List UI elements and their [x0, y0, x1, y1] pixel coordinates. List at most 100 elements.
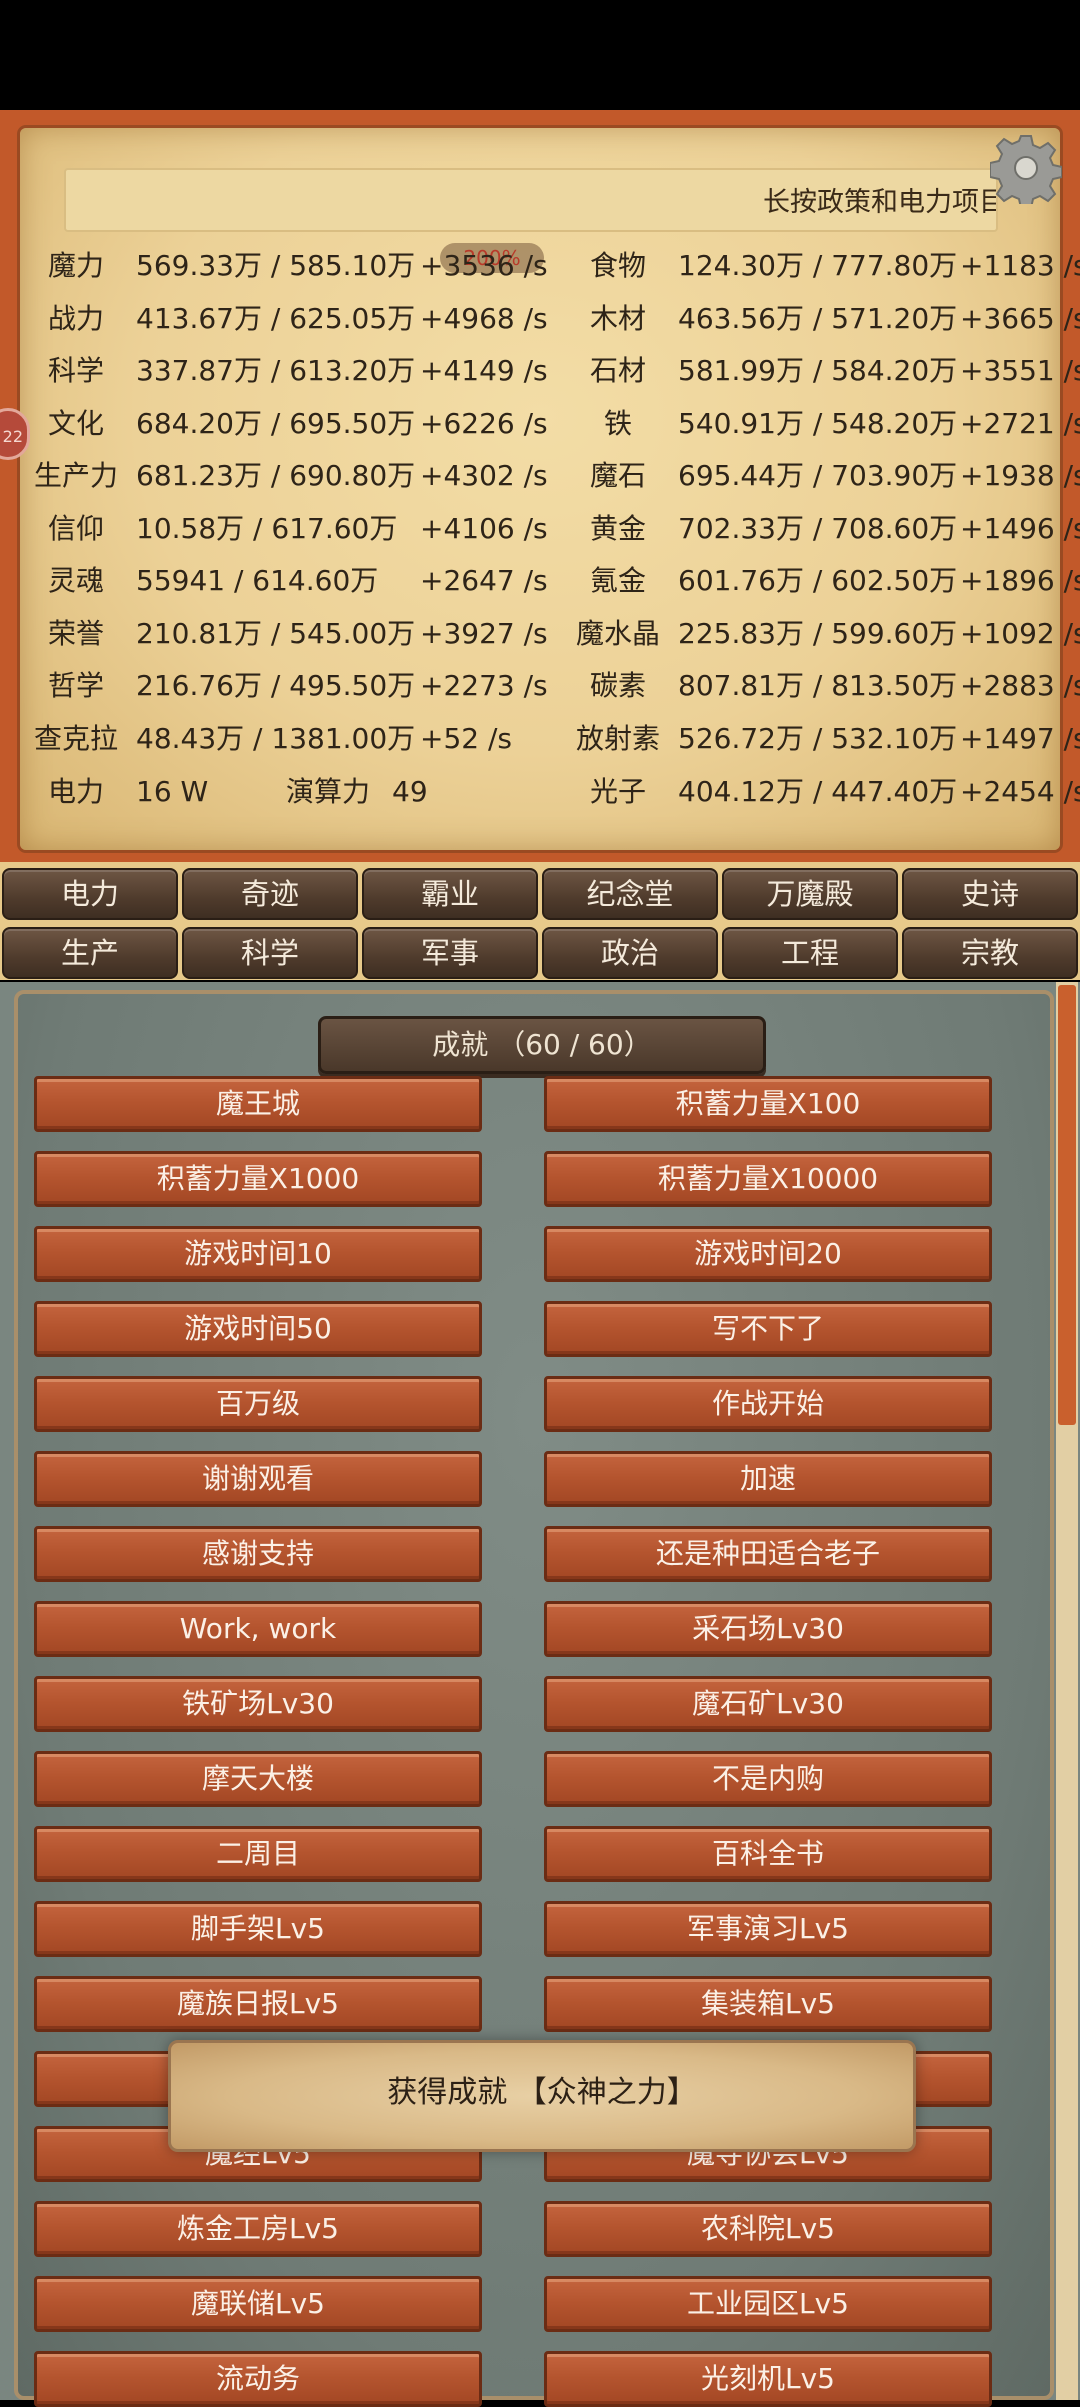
achievement-item[interactable]: 脚手架Lv5	[34, 1901, 482, 1957]
achievement-item[interactable]: 铁矿场Lv30	[34, 1676, 482, 1732]
resource-row: 魔力 569.33万 / 585.10万 +3536 /s 食物 124.30万 / 7…	[0, 240, 1080, 292]
tab-tabs-row1-1[interactable]: 奇迹	[182, 868, 358, 920]
resource-row: 文化 684.20万 / 695.50万 +6226 /s 铁 540.91万 / 54…	[0, 398, 1080, 450]
achievement-item[interactable]: 魔王城	[34, 1076, 482, 1132]
achievement-item[interactable]: 积蓄力量X1000	[34, 1151, 482, 1207]
achievement-item[interactable]: 游戏时间20	[544, 1226, 992, 1282]
resource-name: 哲学	[47, 669, 104, 702]
resource-name: 碳素	[589, 669, 646, 702]
resource-name: 食物	[589, 249, 646, 282]
resource-rate: +3536 /s	[420, 249, 548, 282]
tab-tabs-row2-3[interactable]: 政治	[542, 927, 718, 979]
resource-value: 413.67万 / 625.05万	[136, 302, 416, 335]
achievement-item[interactable]: Work, work	[34, 1601, 482, 1657]
resource-row-power: 电力 16 W 演算力 49 光子 404.12万 / 447.40万 +245…	[0, 766, 1080, 818]
resource-value: 10.58万 / 617.60万	[136, 512, 398, 545]
resource-name: 木材	[589, 302, 646, 335]
achievement-item[interactable]: 摩天大楼	[34, 1751, 482, 1807]
achievement-item[interactable]: 魔石矿Lv30	[544, 1676, 992, 1732]
notice-text: 长按政策和电力项目	[763, 187, 998, 218]
calc-label: 演算力	[286, 775, 371, 808]
resource-name: 生产力	[33, 459, 118, 492]
resource-rate: +2883 /s	[960, 669, 1080, 702]
achievement-item[interactable]: 游戏时间50	[34, 1301, 482, 1357]
tab-tabs-row2-2[interactable]: 军事	[362, 927, 538, 979]
resource-row: 生产力 681.23万 / 690.80万 +4302 /s 魔石 695.44万 / …	[0, 450, 1080, 502]
achievement-item[interactable]: 积蓄力量X100	[544, 1076, 992, 1132]
resource-name: 魔力	[47, 249, 104, 282]
tab-tabs-row2-4[interactable]: 工程	[722, 927, 898, 979]
tab-tabs-row2-0[interactable]: 生产	[2, 927, 178, 979]
tab-tabs-row1-4[interactable]: 万魔殿	[722, 868, 898, 920]
resource-value: 569.33万 / 585.10万	[136, 249, 416, 282]
resource-name: 铁	[603, 407, 632, 440]
achievement-item[interactable]: 集装箱Lv5	[544, 1976, 992, 2032]
achievement-item[interactable]: 不是内购	[544, 1751, 992, 1807]
achievement-item[interactable]: 感谢支持	[34, 1526, 482, 1582]
resource-rate: +52 /s	[420, 722, 513, 755]
resource-rate: +1092 /s	[960, 617, 1080, 650]
achievement-item[interactable]: 积蓄力量X10000	[544, 1151, 992, 1207]
resource-rate: +2273 /s	[420, 669, 548, 702]
achievement-item[interactable]: 游戏时间10	[34, 1226, 482, 1282]
resource-rate: +2647 /s	[420, 564, 548, 597]
achievement-item[interactable]: 谢谢观看	[34, 1451, 482, 1507]
resource-row: 灵魂 55941 / 614.60万 +2647 /s 氪金 601.76万 / 602…	[0, 555, 1080, 607]
achievement-item[interactable]: 百万级	[34, 1376, 482, 1432]
resource-value: 124.30万 / 777.80万	[678, 249, 958, 282]
achievement-item[interactable]: 军事演习Lv5	[544, 1901, 992, 1957]
resource-value: 681.23万 / 690.80万	[136, 459, 416, 492]
resource-name: 灵魂	[47, 564, 104, 597]
achievement-item[interactable]: 加速	[544, 1451, 992, 1507]
resource-value: 225.83万 / 599.60万	[678, 617, 958, 650]
achievement-board: 成就 （60 / 60） 魔王城 积蓄力量X100 积蓄力量X1000 积蓄力量X10…	[14, 990, 1054, 2407]
resource-rate: +3665 /s	[960, 302, 1080, 335]
resource-name: 魔石	[589, 459, 646, 492]
resource-rate: +4106 /s	[420, 512, 548, 545]
resource-value: 702.33万 / 708.60万	[678, 512, 958, 545]
resource-rate: +3551 /s	[960, 354, 1080, 387]
achievement-item[interactable]: 农科院Lv5	[544, 2201, 992, 2257]
resource-rate: +3927 /s	[420, 617, 548, 650]
achievement-item[interactable]: 炼金工房Lv5	[34, 2201, 482, 2257]
resource-value: 48.43万 / 1381.00万	[136, 722, 416, 755]
resource-row: 科学 337.87万 / 613.20万 +4149 /s 石材 581.99万 / 5…	[0, 345, 1080, 397]
achievement-item[interactable]: 百科全书	[544, 1826, 992, 1882]
resource-name: 科学	[47, 354, 104, 387]
resource-value: 601.76万 / 602.50万	[678, 564, 958, 597]
scrollbar-thumb[interactable]	[1058, 985, 1076, 1425]
resource-row: 查克拉 48.43万 / 1381.00万 +52 /s 放射素 526.72万 / 5…	[0, 713, 1080, 765]
resource-name: 石材	[589, 354, 646, 387]
tab-tabs-row1-2[interactable]: 霸业	[362, 868, 538, 920]
resource-row: 哲学 216.76万 / 495.50万 +2273 /s 碳素 807.81万 / 8…	[0, 660, 1080, 712]
resource-name: 电力	[47, 775, 104, 808]
settings-gear-icon[interactable]	[990, 132, 1062, 204]
achievement-item[interactable]: 流动务	[34, 2351, 482, 2407]
resource-rate: +4149 /s	[420, 354, 548, 387]
resource-rate: +2721 /s	[960, 407, 1080, 440]
tab-tabs-row1-0[interactable]: 电力	[2, 868, 178, 920]
achievement-item[interactable]: 二周目	[34, 1826, 482, 1882]
achievement-item[interactable]: 还是种田适合老子	[544, 1526, 992, 1582]
achievement-item[interactable]: 魔族日报Lv5	[34, 1976, 482, 2032]
achievement-item[interactable]: 光刻机Lv5	[544, 2351, 992, 2407]
resource-row: 信仰 10.58万 / 617.60万 +4106 /s 黄金 702.33万 / 70…	[0, 503, 1080, 555]
resource-row: 战力 413.67万 / 625.05万 +4968 /s 木材 463.56万 / 5…	[0, 293, 1080, 345]
achievement-item[interactable]: 魔联储Lv5	[34, 2276, 482, 2332]
tab-tabs-row1-5[interactable]: 史诗	[902, 868, 1078, 920]
resource-name: 放射素	[575, 722, 660, 755]
resource-value: 216.76万 / 495.50万	[136, 669, 416, 702]
achievement-item[interactable]: 作战开始	[544, 1376, 992, 1432]
tab-tabs-row2-1[interactable]: 科学	[182, 927, 358, 979]
category-tabs: 电力 奇迹 霸业 纪念堂 万魔殿 史诗 生产 科学 军事 政治 工程 宗教	[0, 862, 1080, 980]
tab-tabs-row2-5[interactable]: 宗教	[902, 927, 1078, 979]
achievement-item[interactable]: 工业园区Lv5	[544, 2276, 992, 2332]
achievement-item[interactable]: 采石场Lv30	[544, 1601, 992, 1657]
resource-value: 807.81万 / 813.50万	[678, 669, 958, 702]
notice-bar[interactable]: 长按政策和电力项目	[64, 168, 998, 232]
resource-name: 荣誉	[47, 617, 104, 650]
resource-name: 文化	[47, 407, 104, 440]
achievement-header: 成就 （60 / 60）	[318, 1016, 766, 1074]
achievement-item[interactable]: 写不下了	[544, 1301, 992, 1357]
tab-tabs-row1-3[interactable]: 纪念堂	[542, 868, 718, 920]
